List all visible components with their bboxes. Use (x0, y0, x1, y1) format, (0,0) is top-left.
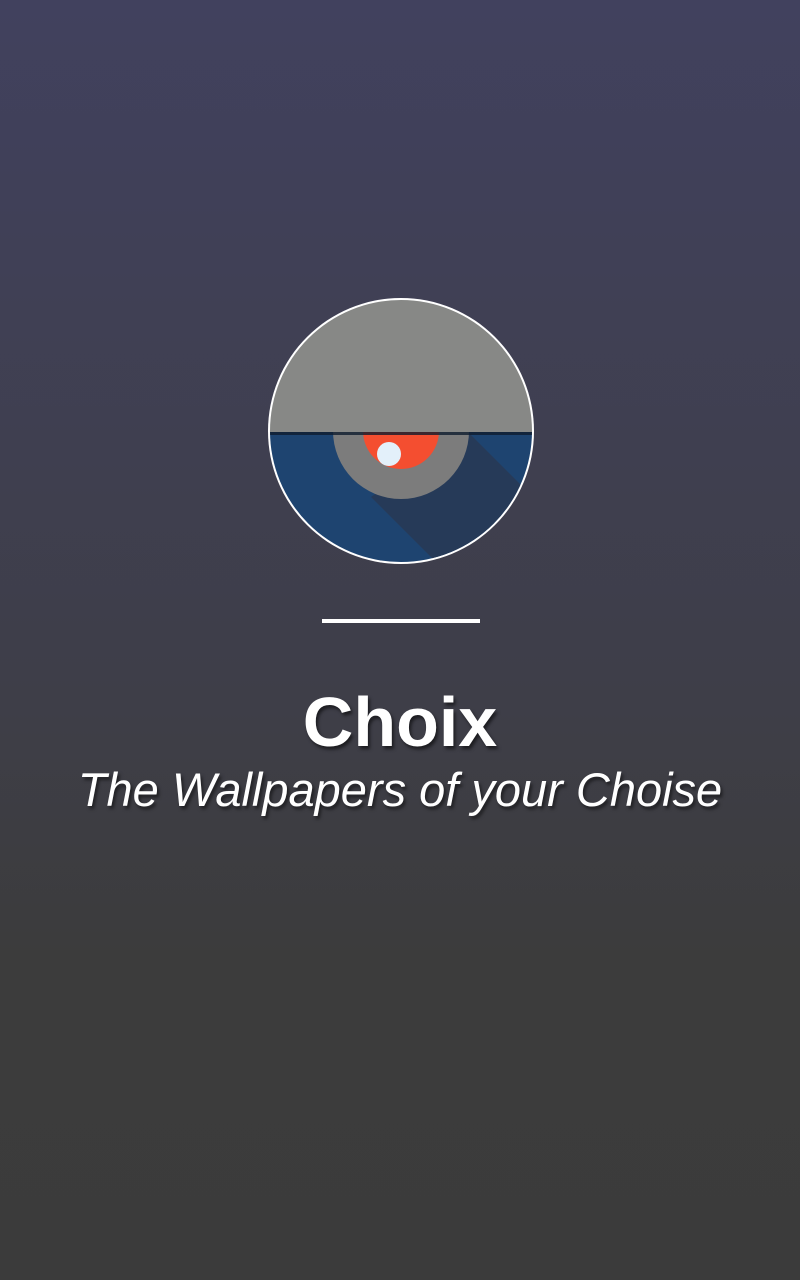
title-divider (322, 619, 480, 623)
app-logo-icon (267, 297, 535, 565)
splash-screen: Choix The Wallpapers of your Choise (0, 0, 800, 1280)
app-tagline: The Wallpapers of your Choise (77, 763, 723, 816)
app-title: Choix (302, 683, 498, 761)
